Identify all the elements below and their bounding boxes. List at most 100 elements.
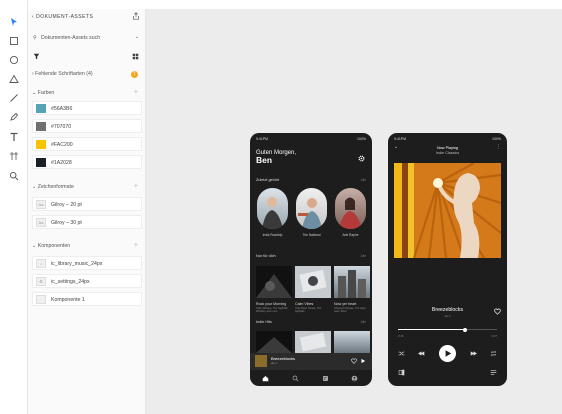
now-playing-header: Now Playing Indie Classics — [435, 146, 460, 155]
song-title: Breezeblocks — [431, 307, 464, 313]
playlist-title: Calm Vibes — [295, 302, 314, 306]
playlist-title: Rock your Morning — [256, 302, 287, 306]
search-icon[interactable] — [292, 375, 299, 382]
status-battery: 100% — [357, 137, 366, 141]
home-icon[interactable] — [262, 375, 269, 382]
play-icon — [445, 350, 452, 357]
component-thumb-icon: ♪ — [36, 259, 46, 268]
status-time: 9:41PM — [394, 137, 407, 141]
grid-view-icon[interactable] — [132, 53, 139, 60]
playlist-cover[interactable] — [295, 331, 331, 353]
design-canvas[interactable]: 9:41PM 100% Guten Morgen, Ben Zuletzt ge… — [146, 9, 562, 414]
mini-player-artist: alt-J — [271, 361, 277, 365]
search-input[interactable]: ⚲ Dokumenten-Assets such ⌄ — [32, 33, 142, 44]
export-icon[interactable] — [132, 12, 140, 20]
char-style-row[interactable]: Aa Gilroy – 20 pt — [32, 197, 142, 211]
status-time: 9:41PM — [256, 137, 269, 141]
playlist-subtitle: Yoke Beat, Nicole, The Nightfall — [295, 307, 322, 314]
rectangle-tool-icon[interactable] — [7, 34, 21, 48]
next-icon[interactable] — [470, 350, 477, 357]
recent-label: The National — [302, 233, 321, 237]
panel-title: ‹ DOKUMENT-ASSETS — [32, 14, 94, 20]
mini-player[interactable]: Breezeblocks alt-J — [250, 353, 372, 370]
profile-icon[interactable] — [351, 375, 358, 382]
color-swatch — [36, 104, 46, 113]
polygon-tool-icon[interactable] — [7, 72, 21, 86]
progress-fill — [398, 329, 466, 330]
recent-label: Indie Roadtrip — [262, 233, 283, 237]
queue-icon[interactable] — [490, 369, 497, 376]
missing-fonts-section[interactable]: › Fehlende Schriftarten (4) ! — [32, 71, 142, 81]
playlist-subtitle: Indie Mixtape, The Nightfall, Whiskey an… — [256, 307, 289, 314]
add-char-style-icon[interactable]: + — [134, 183, 138, 190]
recent-cover[interactable] — [257, 188, 288, 229]
greeting: Guten Morgen, Ben — [256, 150, 297, 165]
previous-icon[interactable] — [418, 350, 425, 357]
pen-tool-icon[interactable] — [7, 110, 21, 124]
char-styles-section-header[interactable]: ⌄ Zeichenformate + — [32, 183, 142, 194]
play-icon[interactable] — [360, 358, 366, 364]
ellipse-tool-icon[interactable] — [7, 53, 21, 67]
playback-progress-bar[interactable] — [398, 327, 497, 332]
add-component-icon[interactable]: + — [134, 242, 138, 249]
filter-bar — [32, 52, 142, 62]
filter-icon[interactable] — [33, 53, 40, 60]
select-tool-icon[interactable] — [7, 15, 21, 29]
playlist-cover[interactable] — [256, 331, 292, 353]
playlist-cover[interactable] — [334, 331, 370, 353]
components-section-header[interactable]: ⌄ Komponenten + — [32, 242, 142, 253]
color-row[interactable]: #707070 — [32, 119, 142, 133]
playlist-cover[interactable] — [334, 266, 370, 298]
color-row[interactable]: #FAC200 — [32, 137, 142, 151]
component-thumb-icon: ⚙ — [36, 277, 46, 286]
colors-section-header[interactable]: ⌄ Farben + — [32, 89, 142, 100]
library-icon[interactable] — [322, 375, 329, 382]
color-row[interactable]: #56A3B6 — [32, 101, 142, 115]
component-row[interactable]: Komponente 1 — [32, 292, 142, 306]
char-style-preview: Aa — [36, 200, 46, 209]
component-thumb-icon — [36, 295, 46, 304]
document-assets-panel: ‹ DOKUMENT-ASSETS ⚲ Dokumenten-Assets su… — [28, 9, 146, 414]
bottom-navigation — [250, 371, 372, 386]
progress-handle[interactable] — [463, 327, 468, 332]
color-swatch — [36, 140, 46, 149]
status-battery: 100% — [492, 137, 501, 141]
see-all-link[interactable]: Alle — [361, 320, 366, 324]
album-artwork — [394, 163, 501, 258]
gear-icon[interactable] — [358, 155, 365, 162]
heart-icon[interactable] — [494, 308, 501, 315]
repeat-icon[interactable] — [490, 350, 497, 357]
color-row[interactable]: #1A2028 — [32, 155, 142, 169]
section-title: Nur für dich — [256, 254, 276, 258]
see-all-link[interactable]: Alle — [361, 178, 366, 182]
recent-cover[interactable] — [335, 188, 366, 229]
tool-strip — [0, 0, 28, 414]
component-row[interactable]: ♪ ic_library_music_24px — [32, 256, 142, 270]
artboard-now-playing[interactable]: 9:41PM 100% ⌄ ⋮ Now Playing Indie Classi… — [388, 133, 507, 386]
mini-player-cover — [255, 355, 267, 367]
playlist-subtitle: Shepard Mixtape, The High Heel, Mixiz — [334, 307, 366, 314]
heart-icon[interactable] — [351, 358, 357, 364]
text-tool-icon[interactable] — [7, 130, 21, 144]
artboard-home[interactable]: 9:41PM 100% Guten Morgen, Ben Zuletzt ge… — [250, 133, 372, 386]
recent-cover[interactable] — [296, 188, 327, 229]
color-swatch — [36, 158, 46, 167]
warning-icon: ! — [131, 71, 138, 78]
see-all-link[interactable]: Alle — [361, 254, 366, 258]
zoom-tool-icon[interactable] — [7, 169, 21, 183]
playlist-cover[interactable] — [295, 266, 331, 298]
play-button[interactable] — [439, 345, 456, 362]
playlist-cover[interactable] — [256, 266, 292, 298]
search-icon: ⚲ — [33, 35, 37, 41]
artboard-tool-icon[interactable] — [7, 149, 21, 163]
total-time: 3:47 — [491, 334, 497, 338]
shuffle-icon[interactable] — [398, 350, 405, 357]
line-tool-icon[interactable] — [7, 91, 21, 105]
char-style-row[interactable]: Aa Gilroy – 30 pt — [32, 215, 142, 229]
add-color-icon[interactable]: + — [134, 89, 138, 96]
song-artist: alt-J — [444, 314, 451, 318]
devices-icon[interactable] — [398, 369, 405, 376]
section-title: Indie Hits — [256, 320, 272, 324]
chevron-down-icon[interactable]: ⌄ — [135, 34, 139, 40]
component-row[interactable]: ⚙ ic_settings_24px — [32, 274, 142, 288]
